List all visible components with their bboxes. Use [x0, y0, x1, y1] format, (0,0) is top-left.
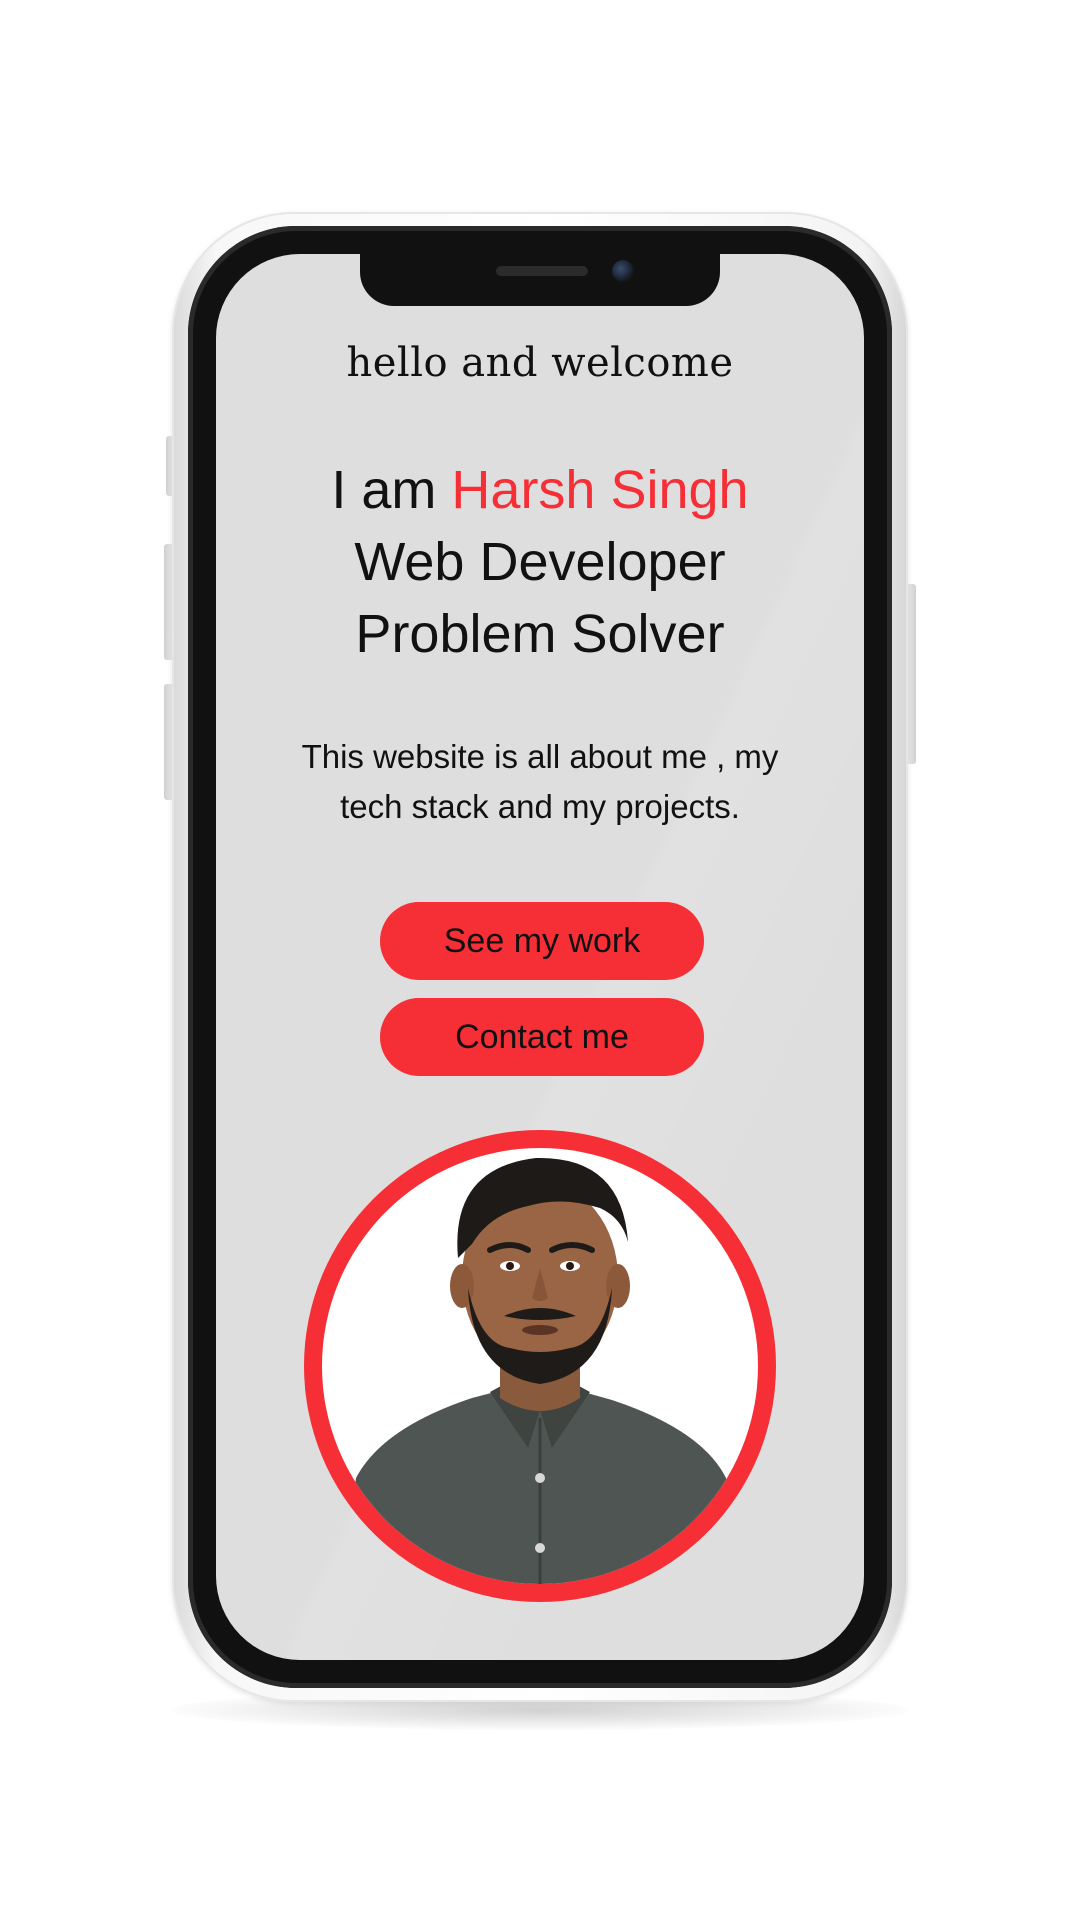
- avatar: [304, 1130, 776, 1602]
- avatar-photo: [322, 1148, 758, 1584]
- front-camera-icon: [612, 260, 634, 282]
- contact-me-button[interactable]: Contact me: [380, 998, 704, 1076]
- welcome-text: hello and welcome: [346, 340, 734, 386]
- earpiece-speaker: [496, 266, 588, 276]
- role-web-developer: Web Developer: [354, 532, 726, 592]
- role-problem-solver: Problem Solver: [355, 604, 725, 664]
- intro-prefix: I am: [331, 460, 452, 520]
- intro-line: I am Harsh Singh: [216, 454, 864, 526]
- phone-notch: [360, 254, 720, 306]
- mockup-stage: hello and welcome I am Harsh Singh Web D…: [0, 0, 1080, 1920]
- portrait-photo-icon: [342, 1157, 742, 1584]
- hero-headline: I am Harsh Singh Web Developer Problem S…: [216, 454, 864, 670]
- author-name: Harsh Singh: [451, 460, 749, 520]
- hero-description: This website is all about me , my tech s…: [301, 738, 779, 825]
- see-my-work-button[interactable]: See my work: [380, 902, 704, 980]
